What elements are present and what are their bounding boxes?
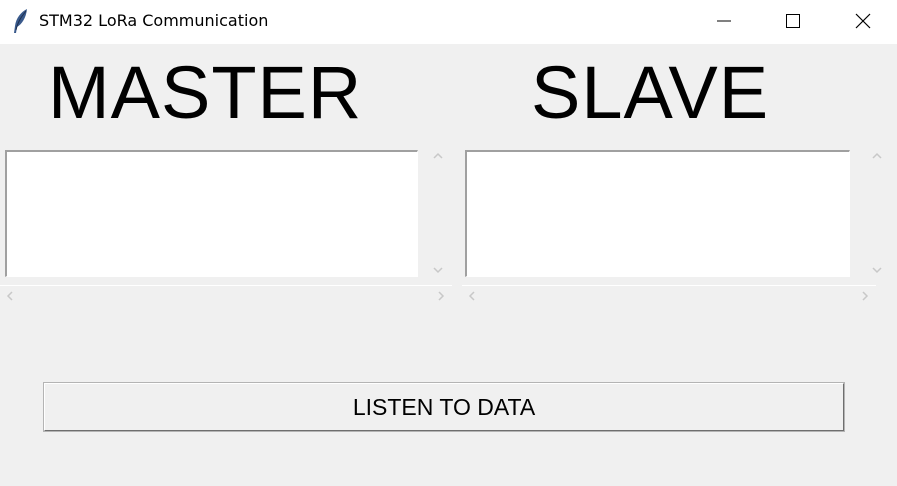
scroll-down-icon[interactable]: [871, 265, 883, 275]
close-button[interactable]: [840, 0, 886, 44]
master-text-area[interactable]: [5, 150, 418, 277]
close-icon: [855, 13, 871, 29]
window-title: STM32 LoRa Communication: [39, 11, 269, 30]
master-vertical-scrollbar[interactable]: [427, 145, 449, 285]
scroll-left-icon[interactable]: [467, 290, 477, 302]
maximize-button[interactable]: [770, 0, 816, 44]
slave-text-area[interactable]: [465, 150, 850, 277]
feather-icon: [12, 8, 30, 34]
listen-to-data-button[interactable]: LISTEN TO DATA: [43, 382, 845, 432]
scrollbar-divider: [0, 285, 452, 286]
app-window: STM32 LoRa Communication MASTER SLAVE LI…: [0, 0, 897, 486]
scroll-left-icon[interactable]: [5, 290, 15, 302]
scroll-right-icon[interactable]: [860, 290, 870, 302]
master-heading: MASTER: [48, 51, 363, 134]
scrollbar-divider: [462, 285, 876, 286]
maximize-icon: [786, 14, 800, 28]
scroll-up-icon[interactable]: [871, 151, 883, 161]
slave-horizontal-scrollbar[interactable]: [462, 285, 876, 307]
scroll-right-icon[interactable]: [436, 290, 446, 302]
minimize-icon: [717, 20, 731, 22]
scroll-up-icon[interactable]: [432, 151, 444, 161]
title-bar[interactable]: STM32 LoRa Communication: [0, 0, 897, 44]
scroll-down-icon[interactable]: [432, 265, 444, 275]
minimize-button[interactable]: [701, 0, 747, 44]
master-horizontal-scrollbar[interactable]: [0, 285, 452, 307]
slave-vertical-scrollbar[interactable]: [866, 145, 888, 285]
slave-heading: SLAVE: [531, 51, 770, 134]
